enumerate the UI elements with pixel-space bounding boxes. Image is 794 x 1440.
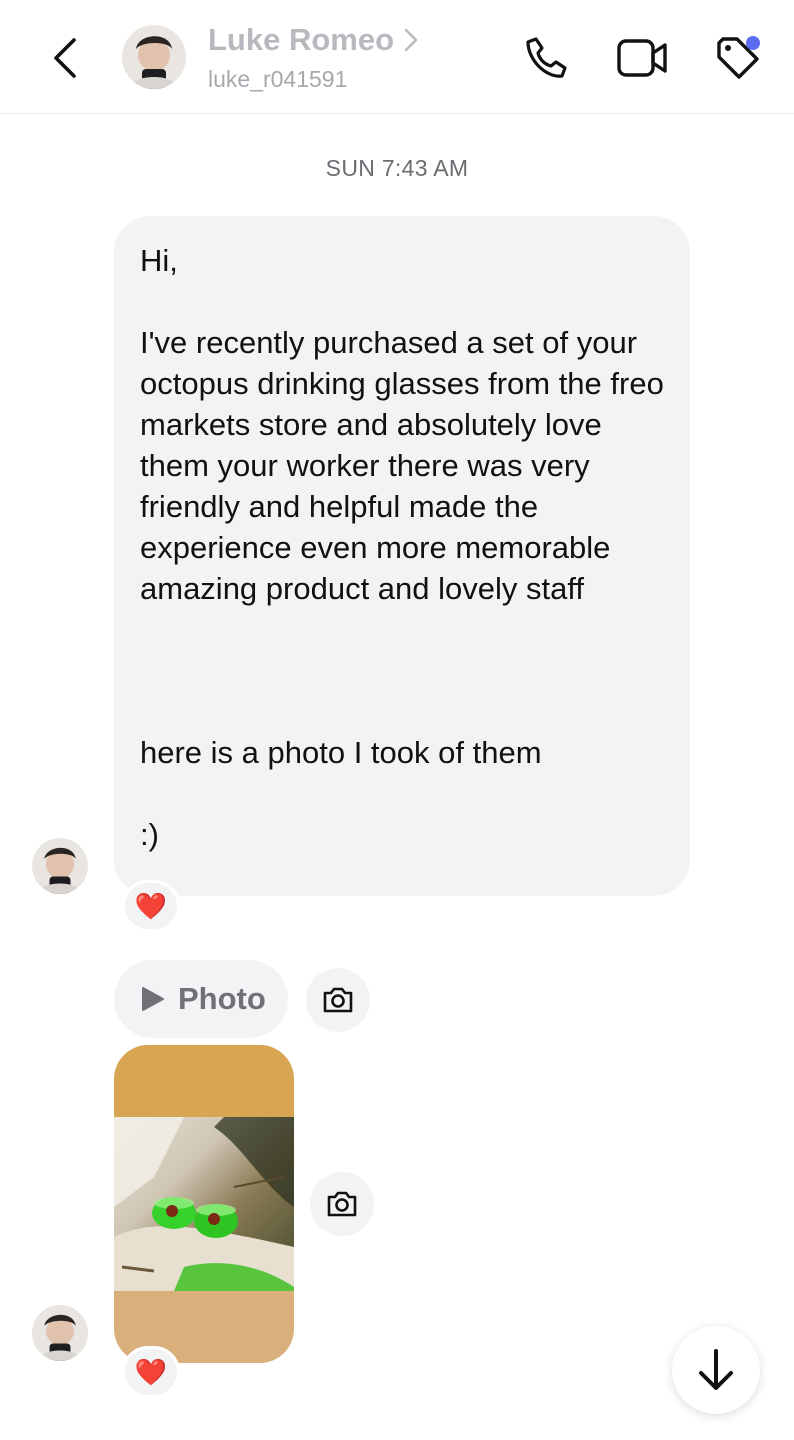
contact-name: Luke Romeo (208, 22, 395, 57)
scroll-to-bottom-button[interactable] (672, 1326, 760, 1414)
contact-avatar[interactable] (122, 25, 186, 89)
camera-reply-button-2[interactable] (310, 1172, 374, 1236)
chevron-right-icon (404, 28, 418, 52)
chevron-left-icon (54, 38, 76, 78)
message-text: Hi, I've recently purchased a set of you… (140, 243, 664, 852)
message-timestamp: SUN 7:43 AM (325, 155, 469, 181)
message-bubble[interactable]: Hi, I've recently purchased a set of you… (114, 216, 690, 896)
video-icon (617, 39, 667, 77)
chat-header: Luke Romeo luke_r041591 (0, 0, 794, 114)
notification-dot (746, 36, 760, 50)
contact-handle: luke_r041591 (208, 66, 348, 92)
voice-call-button[interactable] (518, 30, 574, 86)
camera-icon (327, 1191, 357, 1217)
sender-avatar-2[interactable] (32, 1305, 88, 1361)
play-icon (142, 987, 164, 1011)
sender-avatar[interactable] (32, 838, 88, 894)
camera-reply-button[interactable] (306, 968, 370, 1032)
heart-reaction-2[interactable]: ❤️ (122, 1346, 180, 1398)
phone-icon (526, 37, 567, 78)
heart-icon: ❤️ (134, 1356, 168, 1387)
video-call-button[interactable] (614, 30, 670, 86)
contact-name-link[interactable]: Luke Romeo (208, 22, 418, 58)
tag-button[interactable] (710, 30, 766, 86)
photo-message-image[interactable] (114, 1045, 294, 1363)
photo-label: Photo (178, 981, 266, 1016)
heart-icon: ❤️ (134, 890, 168, 921)
heart-reaction[interactable]: ❤️ (122, 880, 180, 932)
photo-message-pill[interactable]: Photo (114, 960, 288, 1038)
back-button[interactable] (40, 30, 90, 86)
arrow-down-icon (699, 1349, 733, 1390)
photo-thumbnail (114, 1117, 294, 1291)
camera-icon (323, 987, 353, 1013)
